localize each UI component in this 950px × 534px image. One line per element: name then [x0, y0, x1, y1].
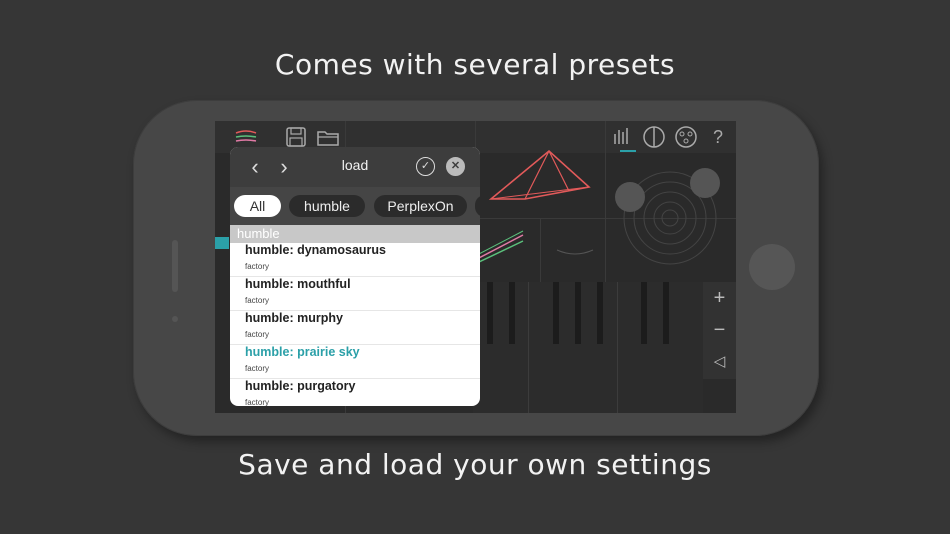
- black-key[interactable]: [509, 282, 515, 344]
- top-caption: Comes with several presets: [274, 48, 676, 81]
- envelope-lines-graphic: [477, 230, 524, 264]
- grid-divider: [540, 218, 541, 282]
- black-key[interactable]: [575, 282, 581, 344]
- preset-item[interactable]: humble: purgatory factory: [230, 379, 480, 406]
- dialog-header: ‹ › load ✓ ✕: [230, 147, 480, 187]
- preset-name: humble: mouthful: [245, 277, 351, 291]
- preset-source: factory: [245, 262, 270, 271]
- zoom-out-button[interactable]: −: [703, 314, 736, 346]
- piano-keyboard[interactable]: [473, 282, 703, 413]
- dots-circle-icon[interactable]: [673, 124, 699, 150]
- filter-chip-more[interactable]: [475, 195, 480, 217]
- black-key[interactable]: [663, 282, 669, 344]
- phone-side-button: [172, 240, 178, 292]
- preset-item[interactable]: humble: dynamosaurus factory: [230, 243, 480, 277]
- filter-chip-perplexon[interactable]: PerplexOn: [374, 195, 467, 217]
- preset-source: factory: [245, 330, 270, 339]
- accent-marker: [215, 237, 229, 249]
- key-divider: [528, 282, 529, 413]
- key-divider: [617, 282, 618, 413]
- split-circle-icon[interactable]: [641, 124, 667, 150]
- preset-item-selected[interactable]: humble: prairie sky factory: [230, 345, 480, 379]
- side-controls: + − ◁: [703, 282, 736, 379]
- load-dialog: ‹ › load ✓ ✕ All humble PerplexOn humble…: [230, 147, 480, 406]
- section-header: humble: [230, 225, 480, 243]
- close-button[interactable]: ✕: [446, 157, 465, 176]
- preset-source: factory: [245, 296, 270, 305]
- zoom-in-button[interactable]: +: [703, 282, 736, 314]
- tab-indicator: [620, 150, 636, 152]
- next-arrow-icon[interactable]: ›: [272, 155, 296, 179]
- filter-chip-all[interactable]: All: [234, 195, 281, 217]
- back-button[interactable]: ◁: [703, 346, 736, 378]
- bottom-caption: Save and load your own settings: [238, 448, 712, 481]
- help-button[interactable]: ?: [705, 124, 731, 150]
- black-key[interactable]: [641, 282, 647, 344]
- xy-pad[interactable]: [615, 161, 730, 276]
- level-meter-icon[interactable]: [609, 124, 635, 150]
- grid-divider: [605, 121, 606, 282]
- preset-name: humble: prairie sky: [245, 345, 360, 359]
- curve-graphic: [556, 249, 594, 255]
- preset-name: humble: dynamosaurus: [245, 243, 386, 257]
- preset-name: humble: purgatory: [245, 379, 356, 393]
- phone-home-button: [749, 244, 795, 290]
- preset-source: factory: [245, 364, 270, 373]
- filter-chip-humble[interactable]: humble: [289, 195, 365, 217]
- waveform-pyramid-graphic: [488, 149, 591, 200]
- phone-side-dot: [172, 316, 178, 322]
- preset-item[interactable]: humble: murphy factory: [230, 311, 480, 345]
- preset-source: factory: [245, 398, 270, 406]
- preset-item[interactable]: humble: mouthful factory: [230, 277, 480, 311]
- confirm-button[interactable]: ✓: [416, 157, 435, 176]
- black-key[interactable]: [553, 282, 559, 344]
- dialog-title: load: [341, 157, 369, 173]
- black-key[interactable]: [597, 282, 603, 344]
- filter-bar: All humble PerplexOn: [230, 187, 480, 225]
- preset-name: humble: murphy: [245, 311, 343, 325]
- black-key[interactable]: [487, 282, 493, 344]
- prev-arrow-icon[interactable]: ‹: [243, 155, 267, 179]
